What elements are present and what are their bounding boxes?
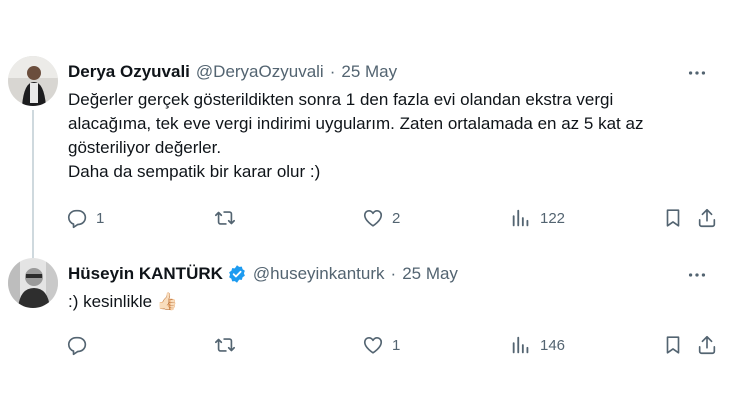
retweet-icon — [215, 211, 235, 225]
tweet-text-line: :) kesinlikle 👍🏻 — [68, 290, 708, 314]
analytics-icon — [512, 209, 529, 227]
share-button[interactable] — [696, 330, 718, 360]
views-button[interactable]: 122 — [510, 203, 565, 233]
tweet-header: Hüseyin KANTÜRK @huseyinkanturk · 25 May — [68, 262, 720, 286]
tweet-text-line: alacağıma, tek eve vergi indirimi uygula… — [68, 114, 644, 133]
view-count: 146 — [540, 336, 566, 354]
tweet-date[interactable]: 25 May — [341, 62, 397, 82]
tweet-text-content: :) kesinlikle — [68, 292, 153, 311]
retweet-button[interactable] — [214, 330, 244, 360]
share-button[interactable] — [696, 203, 718, 233]
tweet-header: Derya Ozyuvali @DeryaOzyuvali · 25 May — [68, 60, 720, 84]
bookmark-icon — [666, 336, 680, 354]
user-handle[interactable]: @huseyinkanturk — [253, 264, 385, 284]
retweet-icon — [215, 338, 235, 352]
like-count: 1 — [392, 336, 401, 354]
retweet-button[interactable] — [214, 203, 244, 233]
heart-icon — [363, 337, 383, 354]
reply-button[interactable] — [66, 330, 96, 360]
verified-badge-icon — [227, 264, 247, 284]
avatar[interactable] — [8, 258, 58, 308]
share-icon — [698, 335, 716, 355]
bookmark-button[interactable] — [662, 203, 684, 233]
reply-icon — [67, 209, 87, 229]
thumbs-up-emoji: 👍🏻 — [156, 292, 178, 311]
more-options-icon[interactable] — [686, 62, 708, 84]
tweet-text: Değerler gerçek gösterildikten sonra 1 d… — [68, 88, 708, 184]
avatar[interactable] — [8, 56, 58, 106]
like-count: 2 — [392, 209, 401, 227]
tweet-date[interactable]: 25 May — [402, 264, 458, 284]
display-name[interactable]: Derya Ozyuvali — [68, 62, 190, 82]
tweet-text-line: Daha da sempatik bir karar olur :) — [68, 162, 321, 181]
reply-icon — [67, 336, 87, 356]
tweet-actions: 1 146 — [66, 330, 722, 360]
views-button[interactable]: 146 — [510, 330, 565, 360]
bookmark-button[interactable] — [662, 330, 684, 360]
tweet-text-line: Değerler gerçek gösterildikten sonra 1 d… — [68, 90, 614, 109]
tweet-actions: 1 2 122 — [66, 203, 722, 233]
like-button[interactable]: 2 — [362, 203, 400, 233]
reply-count: 1 — [96, 209, 105, 227]
view-count: 122 — [540, 209, 566, 227]
separator-dot: · — [329, 62, 336, 81]
display-name[interactable]: Hüseyin KANTÜRK — [68, 264, 223, 284]
analytics-icon — [512, 336, 529, 354]
separator-dot: · — [390, 264, 397, 283]
reply-button[interactable]: 1 — [66, 203, 104, 233]
share-icon — [698, 208, 716, 228]
more-options-icon[interactable] — [686, 264, 708, 286]
tweet-text-line: gösteriliyor değerler. — [68, 138, 222, 157]
heart-icon — [363, 210, 383, 227]
tweet-text: :) kesinlikle 👍🏻 — [68, 290, 708, 314]
thread-connector-line — [32, 110, 34, 258]
bookmark-icon — [666, 209, 680, 227]
user-handle[interactable]: @DeryaOzyuvali — [196, 62, 324, 82]
like-button[interactable]: 1 — [362, 330, 400, 360]
